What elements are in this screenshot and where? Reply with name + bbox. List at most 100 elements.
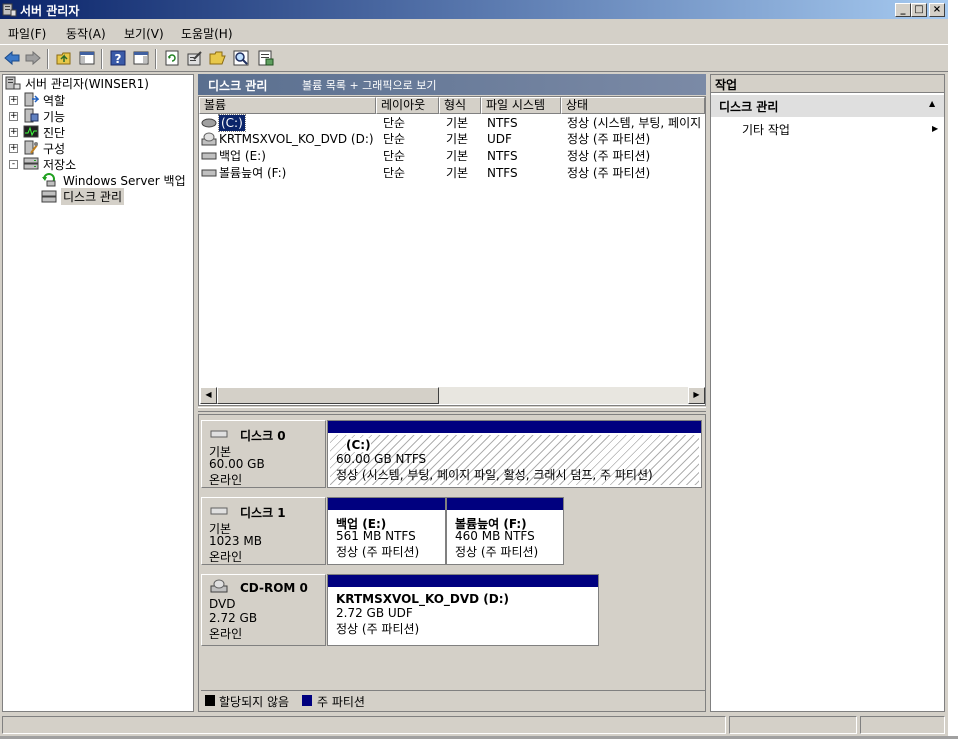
show-hide-action-icon[interactable] bbox=[132, 49, 150, 67]
dvd-drive-icon bbox=[201, 132, 217, 146]
volume-icon bbox=[201, 169, 217, 177]
volume-name: 볼륨늪여 (F:) bbox=[219, 166, 287, 180]
maximize-button[interactable]: □ bbox=[911, 3, 927, 17]
disk-name: CD-ROM 0 bbox=[240, 581, 308, 595]
volume-type: 기본 bbox=[446, 149, 469, 163]
menu-action[interactable]: 동작(A) bbox=[66, 25, 106, 42]
partition-d[interactable]: KRTMSXVOL_KO_DVD (D:) 2.72 GB UDF 정상 (주 … bbox=[327, 574, 599, 646]
search-icon[interactable] bbox=[232, 49, 250, 67]
disk-0-label[interactable]: 디스크 0 기본 60.00 GB 온라인 bbox=[201, 420, 326, 488]
refresh-icon[interactable] bbox=[163, 49, 181, 67]
tree-child-label-selected: 디스크 관리 bbox=[61, 188, 125, 205]
collapse-icon[interactable]: - bbox=[9, 160, 18, 169]
partition-size: 561 MB NTFS bbox=[336, 529, 416, 543]
volume-list: 볼륨 레이아웃 형식 파일 시스템 상태 (C:) 단순 기본 NTFS 정상 … bbox=[198, 96, 706, 406]
back-arrow-icon[interactable] bbox=[3, 49, 21, 67]
action-label: 기타 작업 bbox=[742, 123, 790, 137]
actions-title: 작업 bbox=[715, 78, 738, 92]
tree-item-label: 역할 bbox=[43, 94, 66, 108]
column-header-status[interactable]: 상태 bbox=[561, 97, 705, 114]
partition-name: KRTMSXVOL_KO_DVD (D:) bbox=[336, 592, 510, 606]
actions-section-disk-management[interactable]: 디스크 관리 ▲ bbox=[711, 95, 944, 117]
forward-arrow-icon[interactable] bbox=[24, 49, 42, 67]
tree-node-windows-backup[interactable]: Windows Server 백업 bbox=[41, 172, 191, 188]
column-header-type[interactable]: 형식 bbox=[439, 97, 481, 114]
volume-type: 기본 bbox=[446, 166, 469, 180]
tree-node-features[interactable]: + 기능 bbox=[5, 108, 185, 124]
column-header-volume[interactable]: 볼륨 bbox=[199, 97, 376, 114]
expander-icon[interactable]: + bbox=[9, 112, 18, 121]
scroll-right-button[interactable]: ▶ bbox=[688, 387, 705, 404]
scroll-thumb[interactable] bbox=[217, 387, 439, 404]
tree-node-configuration[interactable]: + 구성 bbox=[5, 140, 185, 156]
legend-unallocated: 할당되지 않음 bbox=[219, 695, 290, 709]
tree-node-storage[interactable]: - 저장소 bbox=[5, 156, 185, 172]
action-more-actions[interactable]: 기타 작업 ▶ bbox=[711, 120, 944, 138]
partition-size: 2.72 GB UDF bbox=[336, 606, 413, 620]
horizontal-scrollbar[interactable]: ◀ ▶ bbox=[200, 387, 705, 404]
show-hide-tree-icon[interactable] bbox=[78, 49, 96, 67]
status-bar bbox=[0, 715, 948, 735]
collapse-arrow-icon[interactable]: ▲ bbox=[929, 99, 935, 108]
primary-partition-bar bbox=[447, 498, 563, 510]
volume-name: (C:) bbox=[218, 114, 246, 132]
status-cell bbox=[729, 716, 857, 734]
status-cell bbox=[2, 716, 726, 734]
close-button[interactable]: × bbox=[929, 3, 945, 17]
center-header: 디스크 관리 볼륨 목록 + 그래픽으로 보기 bbox=[198, 74, 706, 95]
disk-1-label[interactable]: 디스크 1 기본 1023 MB 온라인 bbox=[201, 497, 326, 565]
table-row[interactable]: 백업 (E:) 단순 기본 NTFS 정상 (주 파티션) bbox=[199, 148, 705, 164]
column-header-layout[interactable]: 레이아웃 bbox=[376, 97, 439, 114]
up-folder-icon[interactable] bbox=[55, 49, 73, 67]
volume-icon bbox=[201, 118, 217, 128]
tree-node-disk-management[interactable]: 디스크 관리 bbox=[41, 188, 131, 205]
table-row[interactable]: 볼륨늪여 (F:) 단순 기본 NTFS 정상 (주 파티션) bbox=[199, 165, 705, 181]
tree-item-label: 진단 bbox=[43, 126, 66, 140]
primary-partition-bar bbox=[328, 498, 445, 510]
volume-status: 정상 (주 파티션) bbox=[567, 149, 651, 163]
disk-state: 온라인 bbox=[209, 627, 243, 641]
tree-node-roles[interactable]: + 역할 bbox=[5, 92, 185, 108]
table-row[interactable]: KRTMSXVOL_KO_DVD (D:) 단순 기본 UDF 정상 (주 파티… bbox=[199, 131, 705, 147]
partition-size: 460 MB NTFS bbox=[455, 529, 535, 543]
toolbar: ? bbox=[0, 44, 948, 72]
toolbar-separator bbox=[155, 49, 157, 69]
tree-child-label: Windows Server 백업 bbox=[63, 174, 186, 188]
center-pane: 디스크 관리 볼륨 목록 + 그래픽으로 보기 볼륨 레이아웃 형식 파일 시스… bbox=[198, 74, 706, 712]
partition-size: 60.00 GB NTFS bbox=[336, 452, 427, 466]
volume-fs: UDF bbox=[487, 132, 512, 146]
open-icon[interactable] bbox=[209, 49, 227, 67]
menu-bar: 파일(F) 동작(A) 보기(V) 도움말(H) bbox=[0, 21, 948, 43]
status-cell bbox=[860, 716, 945, 734]
tree-item-label: 기능 bbox=[43, 110, 66, 124]
volume-status: 정상 (주 파티션) bbox=[567, 166, 651, 180]
properties-icon[interactable] bbox=[186, 49, 204, 67]
cdrom-0-label[interactable]: CD-ROM 0 DVD 2.72 GB 온라인 bbox=[201, 574, 326, 646]
partition-e[interactable]: 백업 (E:) 561 MB NTFS 정상 (주 파티션) bbox=[327, 497, 446, 565]
menu-view[interactable]: 보기(V) bbox=[124, 25, 164, 42]
partition-c[interactable]: (C:) 60.00 GB NTFS 정상 (시스템, 부팅, 페이지 파일, … bbox=[327, 420, 702, 488]
column-header-filesystem[interactable]: 파일 시스템 bbox=[481, 97, 561, 114]
partition-status: 정상 (시스템, 부팅, 페이지 파일, 활성, 크래시 덤프, 주 파티션) bbox=[336, 468, 653, 482]
expander-icon[interactable]: + bbox=[9, 96, 18, 105]
title-bar: 서버 관리자 _ □ × bbox=[0, 0, 948, 19]
tree-node-diagnostics[interactable]: + 진단 bbox=[5, 124, 185, 140]
help-icon[interactable]: ? bbox=[109, 49, 127, 67]
menu-help[interactable]: 도움말(H) bbox=[181, 25, 233, 42]
export-icon[interactable] bbox=[257, 49, 275, 67]
tree-item-label: 구성 bbox=[43, 142, 66, 156]
expander-icon[interactable]: + bbox=[9, 128, 18, 137]
menu-file[interactable]: 파일(F) bbox=[8, 25, 46, 42]
legend: 할당되지 않음 주 파티션 bbox=[201, 690, 705, 710]
minimize-button[interactable]: _ bbox=[895, 3, 911, 17]
pane-splitter[interactable] bbox=[198, 407, 706, 412]
toolbar-separator bbox=[47, 49, 49, 69]
table-row[interactable]: (C:) 단순 기본 NTFS 정상 (시스템, 부팅, 페이지 bbox=[199, 114, 705, 132]
expander-icon[interactable]: + bbox=[9, 144, 18, 153]
roles-icon bbox=[24, 92, 39, 107]
volume-layout: 단순 bbox=[383, 166, 406, 180]
disk-graph-view: 디스크 0 기본 60.00 GB 온라인 (C:) 60.00 GB NTFS… bbox=[198, 414, 706, 712]
volume-layout: 단순 bbox=[383, 116, 406, 130]
partition-f[interactable]: 볼륨늪여 (F:) 460 MB NTFS 정상 (주 파티션) bbox=[446, 497, 564, 565]
scroll-left-button[interactable]: ◀ bbox=[200, 387, 217, 404]
